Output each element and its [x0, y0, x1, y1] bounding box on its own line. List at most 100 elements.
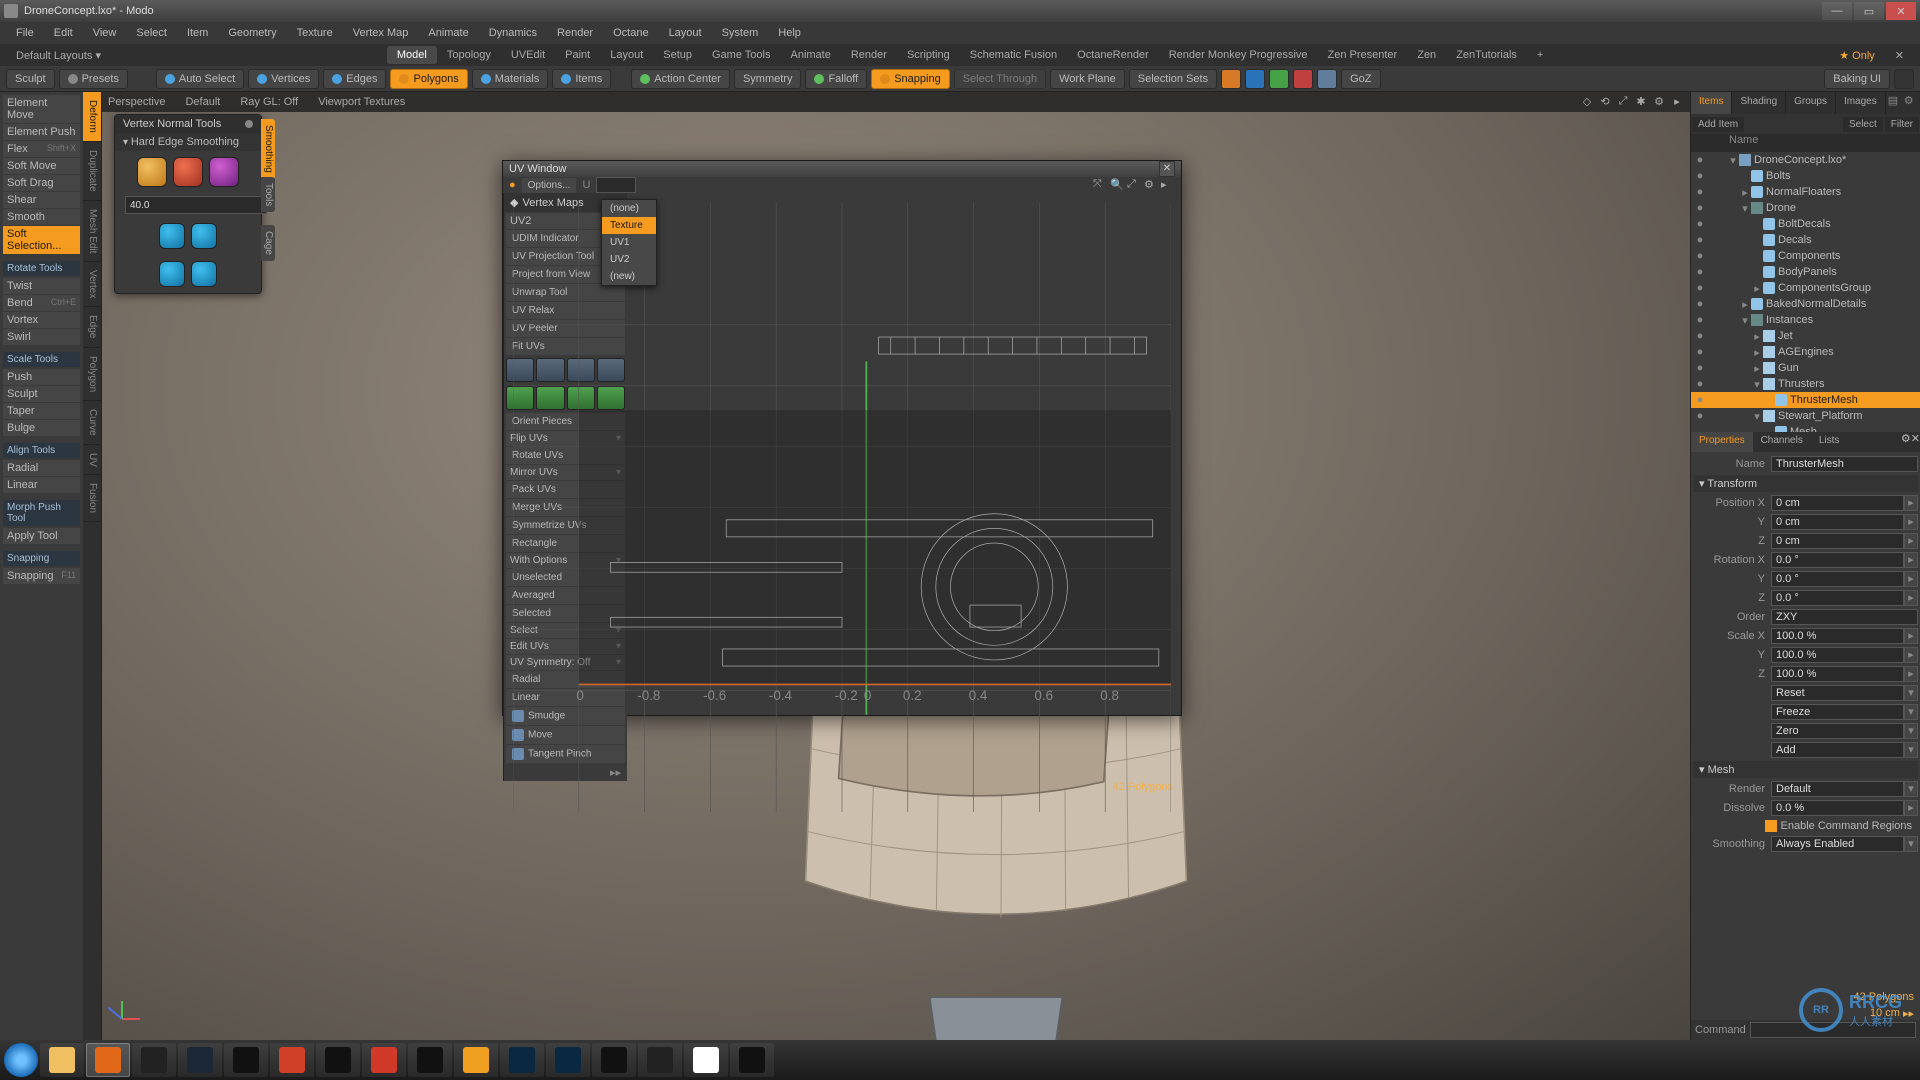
menu-system[interactable]: System — [712, 24, 769, 42]
pos-x[interactable]: 0 cm — [1771, 495, 1904, 511]
tb-k[interactable] — [638, 1043, 682, 1077]
baking-ui[interactable]: Baking UI — [1824, 69, 1890, 89]
vp-tab-default[interactable]: Default — [185, 96, 220, 108]
uvmap-option-new[interactable]: (new) — [602, 268, 656, 285]
close-button[interactable]: ✕ — [1886, 2, 1916, 20]
menu-layout[interactable]: Layout — [659, 24, 712, 42]
right-tab-shading[interactable]: Shading — [1732, 92, 1786, 114]
scl-x[interactable]: 100.0 % — [1771, 628, 1904, 644]
uvmap-option-uv2[interactable]: UV2 — [602, 251, 656, 268]
menu-render[interactable]: Render — [547, 24, 603, 42]
filter-btn[interactable]: Filter — [1885, 117, 1919, 132]
menu-view[interactable]: View — [83, 24, 127, 42]
uvmap-option-none[interactable]: (none) — [602, 200, 656, 217]
action-center[interactable]: Action Center — [631, 69, 730, 89]
vp-icon-2[interactable]: ⟲ — [1598, 95, 1612, 109]
layout-paint[interactable]: Paint — [555, 46, 600, 64]
minimize-button[interactable]: — — [1822, 2, 1852, 20]
tb-snip[interactable] — [362, 1043, 406, 1077]
gear-icon[interactable]: ⚙ — [1904, 94, 1918, 108]
right-tab-images[interactable]: Images — [1836, 92, 1886, 114]
falloff[interactable]: Falloff — [805, 69, 867, 89]
pos-z[interactable]: 0 cm — [1771, 533, 1904, 549]
uv-icon-3[interactable]: ⤢ — [1127, 178, 1141, 192]
vn-ico-6[interactable] — [159, 261, 185, 287]
toolbox-tab-vertex[interactable]: Vertex — [83, 262, 101, 307]
start-button[interactable] — [4, 1043, 38, 1077]
rot-z[interactable]: 0.0 ° — [1771, 590, 1904, 606]
polygons-mode[interactable]: Polygons — [390, 69, 467, 89]
reset-btn[interactable]: Reset — [1771, 685, 1904, 701]
tool-shear[interactable]: Shear — [3, 192, 80, 208]
layout-game-tools[interactable]: Game Tools — [702, 46, 781, 64]
only-pin[interactable]: Only — [1829, 46, 1885, 65]
layout-zentutorials[interactable]: ZenTutorials — [1446, 46, 1527, 64]
work-plane[interactable]: Work Plane — [1050, 69, 1125, 89]
tool-icon-1[interactable] — [1221, 69, 1241, 89]
tool-soft-selection-[interactable]: Soft Selection... — [3, 226, 80, 254]
tb-zbrush[interactable] — [132, 1043, 176, 1077]
add-item-btn[interactable]: Add Item — [1692, 117, 1744, 132]
uv-icon-5[interactable]: ▸ — [1161, 178, 1175, 192]
uvmap-option-uv1[interactable]: UV1 — [602, 234, 656, 251]
vn-ico-1[interactable] — [137, 157, 167, 187]
goz[interactable]: GoZ — [1341, 69, 1380, 89]
uv-window[interactable]: UV Window✕ ● Options... U ⤧🔍 ⤢⚙▸ (none)T… — [502, 160, 1182, 716]
uv-close-icon[interactable]: ✕ — [1159, 161, 1175, 177]
symmetry[interactable]: Symmetry — [734, 69, 802, 89]
toolbox-tab-fusion[interactable]: Fusion — [83, 475, 101, 522]
layout-zen[interactable]: Zen — [1407, 46, 1446, 64]
tool-bend[interactable]: BendCtrl+E — [3, 295, 80, 311]
tool-radial[interactable]: Radial — [3, 460, 80, 476]
layout-scripting[interactable]: Scripting — [897, 46, 960, 64]
layout-render[interactable]: Render — [841, 46, 897, 64]
toolbox-tab-mesh-edit[interactable]: Mesh Edit — [83, 201, 101, 262]
vn-ico-7[interactable] — [191, 261, 217, 287]
unreal-icon[interactable] — [1894, 69, 1914, 89]
tool-sculpt[interactable]: Sculpt — [3, 386, 80, 402]
menu-select[interactable]: Select — [126, 24, 177, 42]
toolbox-tab-uv[interactable]: UV — [83, 445, 101, 476]
proptab-lists[interactable]: Lists — [1811, 432, 1848, 452]
uv-icon-1[interactable]: ⤧ — [1093, 178, 1107, 192]
tool-icon-5[interactable] — [1317, 69, 1337, 89]
tool-swirl[interactable]: Swirl — [3, 329, 80, 345]
vp-tab-perspective[interactable]: Perspective — [108, 96, 165, 108]
layout-uvedit[interactable]: UVEdit — [501, 46, 555, 64]
right-tab-groups[interactable]: Groups — [1786, 92, 1836, 114]
tool-snapping[interactable]: SnappingF11 — [3, 568, 80, 584]
tool-soft-move[interactable]: Soft Move — [3, 158, 80, 174]
menu-item[interactable]: Item — [177, 24, 218, 42]
dissolve-field[interactable]: 0.0 % — [1771, 800, 1904, 816]
smoothing-mode[interactable]: Always Enabled — [1771, 836, 1904, 852]
zero-btn[interactable]: Zero — [1771, 723, 1904, 739]
select-btn[interactable]: Select — [1843, 117, 1883, 132]
tool-icon-2[interactable] — [1245, 69, 1265, 89]
edges-mode[interactable]: Edges — [323, 69, 386, 89]
layout-animate[interactable]: Animate — [781, 46, 841, 64]
tb-app1[interactable] — [316, 1043, 360, 1077]
layout-setup[interactable]: Setup — [653, 46, 702, 64]
vn-ico-3[interactable] — [209, 157, 239, 187]
vn-ico-2[interactable] — [173, 157, 203, 187]
tool-element-move[interactable]: Element Move — [3, 95, 80, 123]
vn-tab-tools[interactable]: Tools — [261, 177, 275, 212]
layout-render-monkey-progressive[interactable]: Render Monkey Progressive — [1159, 46, 1318, 64]
tool-bulge[interactable]: Bulge — [3, 420, 80, 436]
tb-chrome[interactable] — [684, 1043, 728, 1077]
uvmap-option-texture[interactable]: Texture — [602, 217, 656, 234]
maximize-button[interactable]: ▭ — [1854, 2, 1884, 20]
tb-photoshop2[interactable] — [546, 1043, 590, 1077]
vp-tab-raygl[interactable]: Ray GL: Off — [240, 96, 298, 108]
snapping[interactable]: Snapping — [871, 69, 950, 89]
items-mode[interactable]: Items — [552, 69, 611, 89]
tb-photoshop[interactable] — [500, 1043, 544, 1077]
selection-sets[interactable]: Selection Sets — [1129, 69, 1217, 89]
uv-icon-4[interactable]: ⚙ — [1144, 178, 1158, 192]
tool-flex[interactable]: FlexShift+X — [3, 141, 80, 157]
materials-mode[interactable]: Materials — [472, 69, 549, 89]
menu-edit[interactable]: Edit — [44, 24, 83, 42]
tool-element-push[interactable]: Element Push — [3, 124, 80, 140]
toolbox-tab-edge[interactable]: Edge — [83, 307, 101, 347]
prop-name-field[interactable]: ThrusterMesh — [1771, 456, 1918, 472]
